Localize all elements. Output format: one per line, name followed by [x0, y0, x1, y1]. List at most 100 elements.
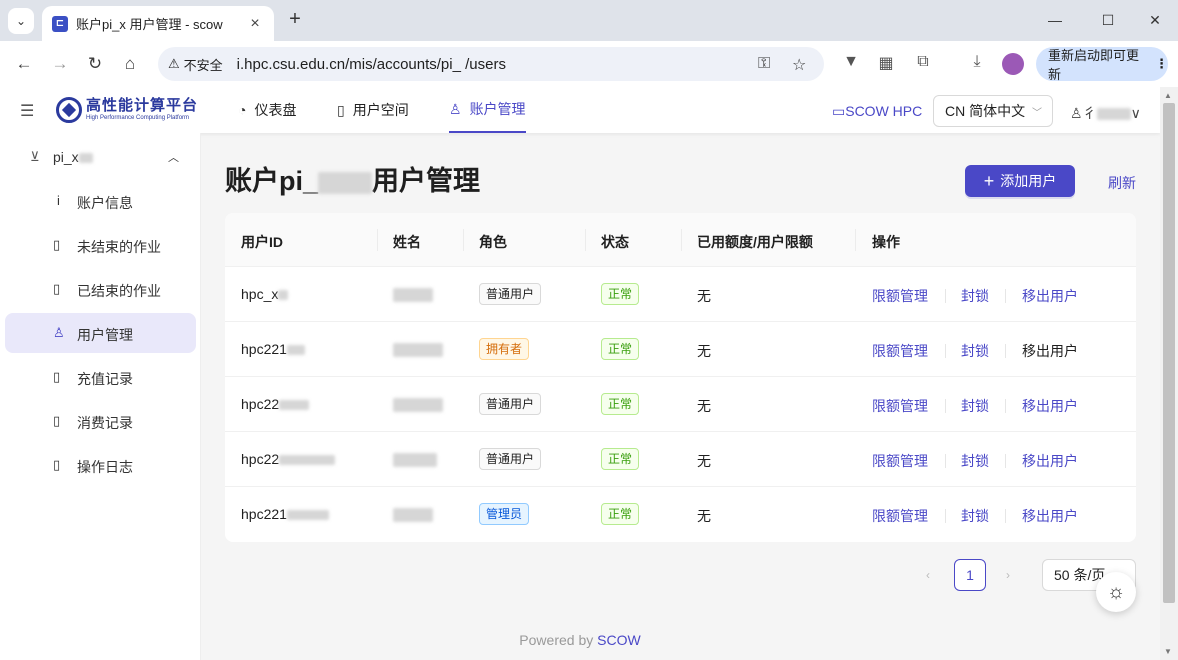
url-text[interactable]: i.hpc.csu.edu.cn/mis/accounts/pi_ /users: [237, 56, 506, 73]
theme-toggle-sun-icon[interactable]: ☼: [1096, 572, 1136, 612]
more-menu-icon: ⋮: [1155, 56, 1168, 71]
user-id-text: hpc_x: [241, 286, 279, 302]
redacted-name: [393, 398, 443, 413]
column-status[interactable]: 状态: [601, 232, 629, 252]
remove-user-link[interactable]: 移出用户: [1022, 506, 1078, 526]
column-quota[interactable]: 已用额度/用户限额: [697, 232, 813, 252]
quota-management-link[interactable]: 限额管理: [872, 341, 928, 361]
quota-management-link[interactable]: 限额管理: [872, 451, 928, 471]
address-bar[interactable]: ⚠ 不安全 i.hpc.csu.edu.cn/mis/accounts/pi_ …: [158, 47, 824, 81]
browser-tab[interactable]: ⊏ 账户pi_x 用户管理 - scow ×: [42, 6, 274, 41]
home-icon[interactable]: ⌂: [118, 52, 142, 76]
sidebar-item-operation-log[interactable]: ▯ 操作日志: [5, 445, 196, 485]
sidebar-item-user-management[interactable]: ♙ 用户管理: [5, 313, 196, 353]
remove-user-link[interactable]: 移出用户: [1022, 396, 1078, 416]
redacted-username: [1096, 108, 1131, 121]
back-icon[interactable]: ←: [12, 52, 36, 76]
block-link[interactable]: 封锁: [961, 286, 989, 306]
nav-dashboard[interactable]: ◔ 仪表盘: [238, 87, 296, 133]
column-user-id[interactable]: 用户ID: [241, 232, 283, 252]
redacted-name: [393, 453, 437, 468]
extensions-puzzle-icon[interactable]: ⧉: [912, 53, 934, 71]
remove-user-link[interactable]: 移出用户: [1022, 286, 1078, 306]
role-tag: 普通用户: [479, 448, 542, 470]
book-icon: ▯: [337, 101, 345, 118]
page-title: 账户pi_ 用户管理: [225, 159, 480, 198]
sidebar-item-account-info[interactable]: i 账户信息: [5, 181, 196, 221]
bookmark-star-icon[interactable]: ☆: [792, 55, 806, 75]
window-close-icon[interactable]: ✕: [1140, 8, 1170, 32]
user-id-text: hpc22: [241, 396, 280, 412]
scroll-down-icon[interactable]: ▼: [1164, 647, 1172, 656]
key-icon[interactable]: ⚿: [758, 55, 770, 73]
sidebar-item-recharge-records[interactable]: ▯ 充值记录: [5, 357, 196, 397]
language-select[interactable]: CN 简体中文 ﹀: [933, 95, 1053, 127]
new-tab-button[interactable]: +: [284, 8, 306, 31]
sidebar-item-label: 未结束的作业: [77, 239, 161, 255]
block-link[interactable]: 封锁: [961, 341, 989, 361]
insecure-label: 不安全: [183, 57, 223, 73]
nav-account-management[interactable]: ♙ 账户管理: [449, 87, 526, 133]
scroll-up-icon[interactable]: ▲: [1164, 91, 1172, 100]
status-badge: 正常: [601, 503, 640, 525]
nav-user-space-label: 用户空间: [352, 102, 409, 118]
block-link[interactable]: 封锁: [961, 396, 989, 416]
status-badge: 正常: [601, 448, 640, 470]
download-icon[interactable]: ⤓: [966, 53, 988, 71]
menu-fold-icon[interactable]: ☰: [20, 101, 34, 121]
scow-hpc-link[interactable]: ▭SCOW HPC: [832, 103, 922, 120]
tab-search-button[interactable]: ⌄: [8, 8, 34, 34]
next-page-icon[interactable]: ›: [1006, 568, 1010, 582]
maximize-icon[interactable]: ☐: [1093, 8, 1123, 32]
user-id-cell: hpc22: [241, 396, 310, 412]
page-1-button[interactable]: 1: [954, 559, 986, 591]
user-menu[interactable]: ♙彳 ∨: [1070, 103, 1141, 123]
nav-user-space[interactable]: ▯ 用户空间: [337, 87, 409, 133]
quota-cell: 无: [697, 343, 711, 359]
remove-user-link[interactable]: 移出用户: [1022, 451, 1078, 471]
block-link[interactable]: 封锁: [961, 451, 989, 471]
security-indicator[interactable]: ⚠ 不安全: [168, 55, 237, 74]
redacted-name: [393, 288, 433, 303]
profile-avatar[interactable]: [1002, 53, 1024, 75]
prev-page-icon[interactable]: ‹: [926, 568, 930, 582]
close-tab-icon[interactable]: ×: [246, 15, 264, 33]
redacted-user-id: [279, 455, 336, 466]
sidebar-group-account[interactable]: ⊻ pi_x ︿: [0, 145, 201, 171]
column-role[interactable]: 角色: [479, 232, 507, 252]
page-title-prefix: 账户pi_: [225, 166, 319, 196]
redacted-account-name: [318, 171, 373, 194]
book-icon: ▯: [53, 237, 61, 252]
sidebar-item-finished-jobs[interactable]: ▯ 已结束的作业: [5, 269, 196, 309]
name-cell: [393, 286, 433, 303]
role-tag: 拥有者: [479, 338, 530, 360]
logo[interactable]: 高性能计算平台 High Performance Computing Platf…: [56, 97, 198, 123]
refresh-button[interactable]: 刷新: [1108, 173, 1136, 193]
book-icon: ▯: [53, 413, 61, 428]
page-scrollbar[interactable]: ▲ ▼: [1160, 87, 1178, 660]
sidebar-item-running-jobs[interactable]: ▯ 未结束的作业: [5, 225, 196, 265]
quota-cell: 无: [697, 453, 711, 469]
minimize-icon[interactable]: —: [1040, 8, 1070, 32]
add-user-button[interactable]: + 添加用户: [965, 165, 1075, 197]
qr-code-icon[interactable]: ▦: [875, 53, 897, 73]
column-name[interactable]: 姓名: [393, 232, 421, 252]
user-icon: ♙: [53, 325, 65, 340]
sidebar-item-consumption-records[interactable]: ▯ 消费记录: [5, 401, 196, 441]
quota-management-link[interactable]: 限额管理: [872, 396, 928, 416]
footer-brand-link[interactable]: SCOW: [597, 632, 641, 648]
redacted-user-id: [279, 400, 310, 411]
forward-icon[interactable]: →: [48, 52, 72, 76]
redacted-account: [78, 153, 93, 164]
sidebar-item-label: 操作日志: [77, 459, 133, 475]
tab-title: 账户pi_x 用户管理 - scow: [76, 17, 223, 32]
reload-icon[interactable]: ↻: [83, 52, 107, 76]
extension-v-icon[interactable]: ▼: [840, 53, 862, 71]
sidebar: ⊻ pi_x ︿ i 账户信息 ▯ 未结束的作业 ▯ 已结束的作业 ♙ 用户管理…: [0, 133, 201, 660]
quota-management-link[interactable]: 限额管理: [872, 506, 928, 526]
warning-icon: ⚠: [168, 56, 180, 71]
quota-management-link[interactable]: 限额管理: [872, 286, 928, 306]
block-link[interactable]: 封锁: [961, 506, 989, 526]
update-button[interactable]: 重新启动即可更新 ⋮: [1036, 47, 1168, 82]
scrollbar-thumb[interactable]: [1163, 103, 1175, 603]
